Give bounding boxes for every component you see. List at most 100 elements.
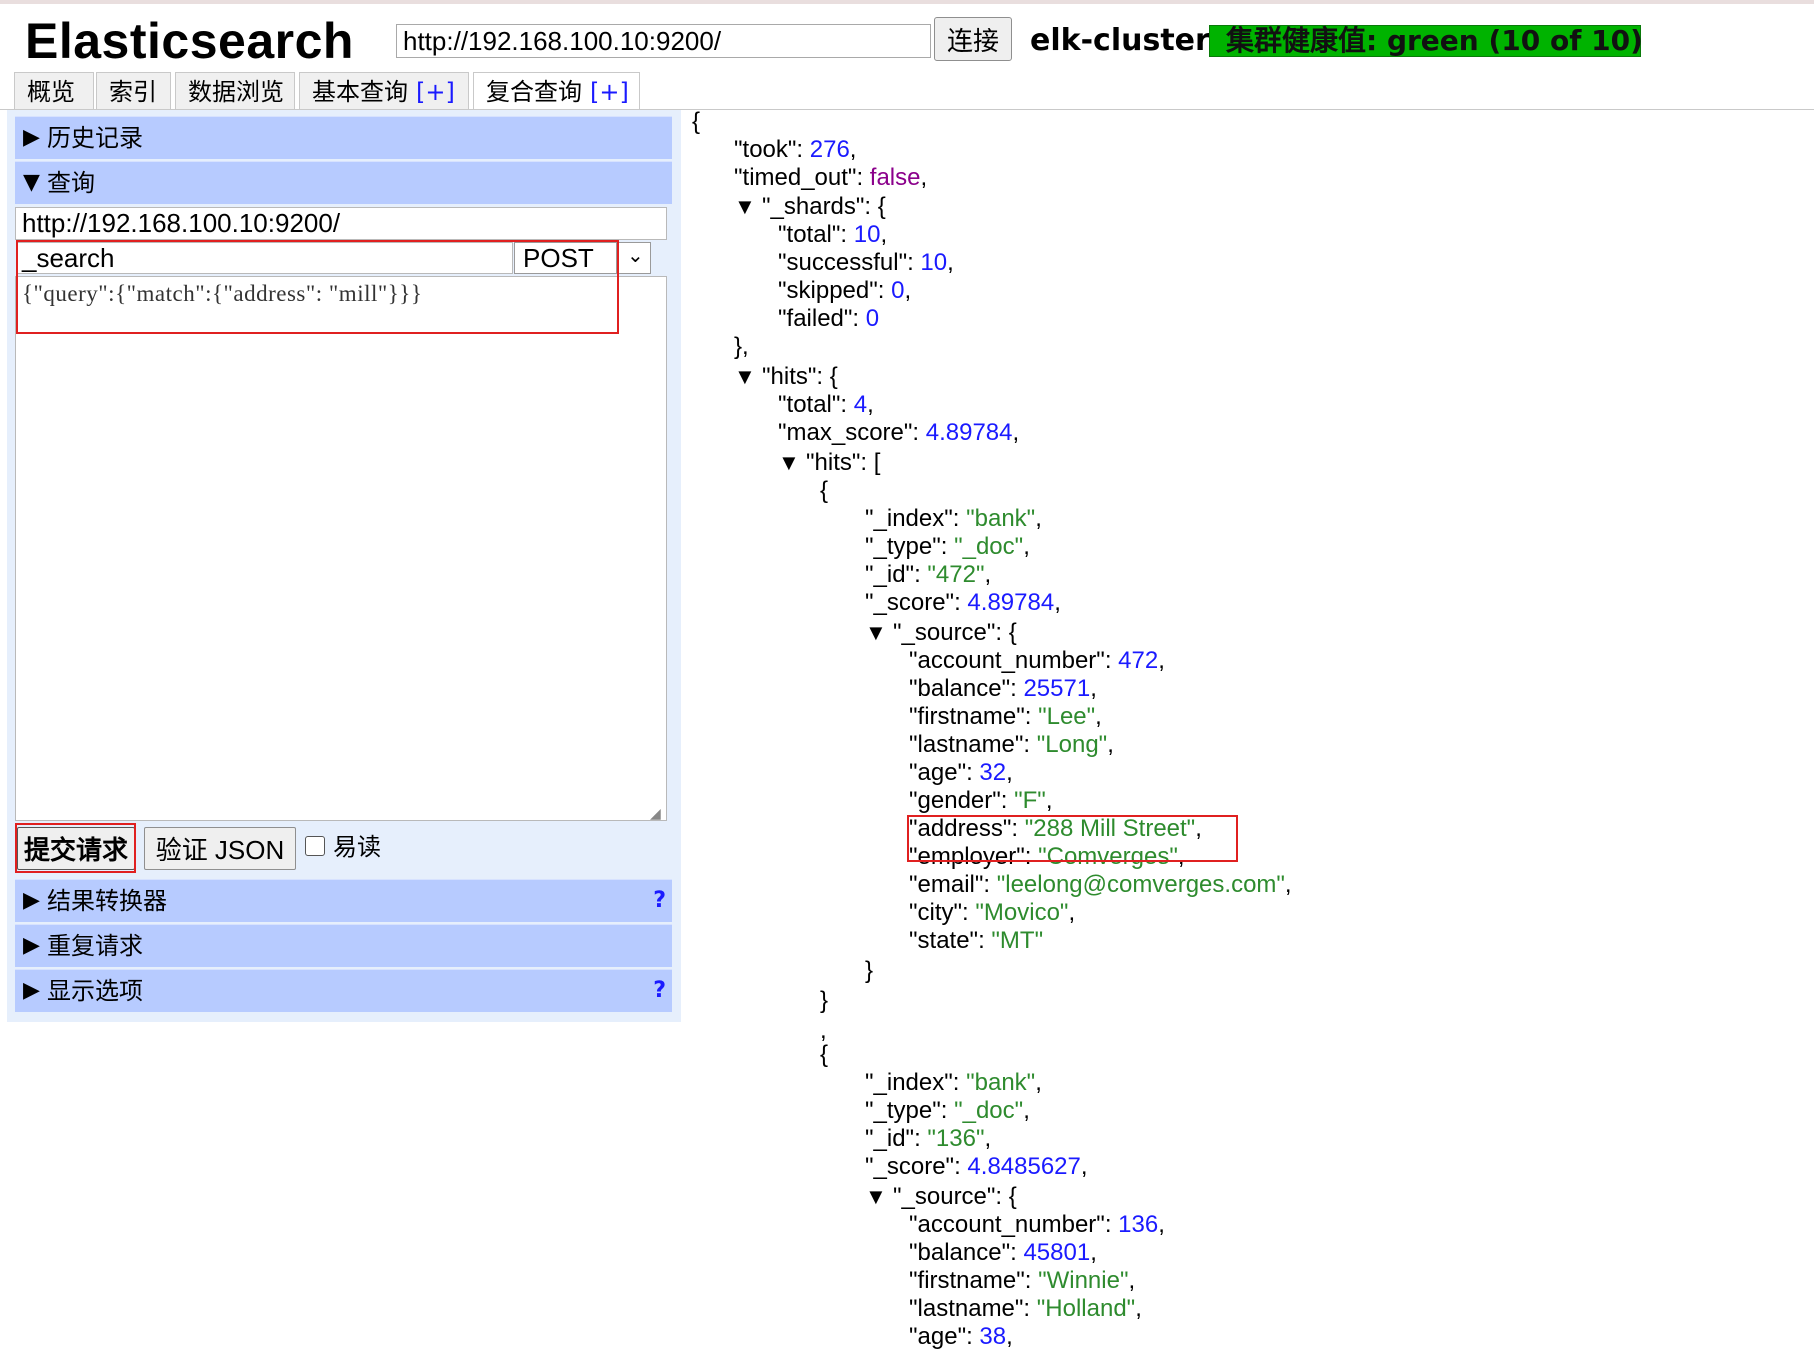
- pretty-label: 易读: [333, 833, 381, 861]
- json-value: 276: [809, 136, 850, 163]
- json-brace: }: [865, 957, 874, 984]
- json-line: "successful": 10,: [778, 249, 954, 276]
- json-line: "_id": "472",: [865, 561, 992, 588]
- section-history[interactable]: ▶ 历史记录: [15, 116, 672, 159]
- section-query[interactable]: ▼ 查询: [15, 161, 672, 204]
- json-value: "472": [927, 561, 985, 588]
- pretty-checkbox[interactable]: [305, 836, 325, 856]
- json-line: "_index": "bank",: [865, 505, 1042, 532]
- cluster-name: elk-cluster: [1030, 23, 1210, 58]
- json-line: "email": "leelong@comverges.com",: [909, 871, 1292, 898]
- highlight-box: [907, 815, 1238, 862]
- help-icon[interactable]: ?: [653, 970, 666, 1012]
- cluster-health-badge: 集群健康值: green (10 of 10): [1209, 25, 1643, 57]
- json-value: "_doc": [954, 1097, 1024, 1124]
- expand-arrow-icon: ▶: [23, 933, 40, 958]
- json-value: "Winnie": [1038, 1267, 1129, 1294]
- section-label: 显示选项: [47, 977, 143, 1005]
- highlight-box: [16, 240, 619, 334]
- section-display-options[interactable]: ▶ 显示选项 ?: [15, 969, 672, 1012]
- json-line: "age": 38,: [909, 1323, 1013, 1350]
- json-line: "_score": 4.89784,: [865, 589, 1061, 616]
- collapse-triangle-icon[interactable]: ▼: [865, 1183, 887, 1211]
- query-body-editor[interactable]: {"query":{"match":{"address": "mill"}}}: [15, 276, 667, 821]
- json-line-hits: "hits": {: [762, 363, 838, 390]
- json-response-view: { "took": 276, "timed_out": false, ▼ "_s…: [690, 108, 1814, 1361]
- tab-label: 数据浏览: [188, 78, 284, 106]
- json-value: false: [869, 164, 921, 191]
- tab-label: 基本查询: [312, 78, 408, 106]
- json-brace: {: [820, 477, 829, 504]
- json-line: "max_score": 4.89784,: [778, 419, 1020, 446]
- tab-browser[interactable]: 数据浏览: [175, 72, 295, 110]
- json-brace: {: [820, 1041, 829, 1068]
- json-line: "firstname": "Winnie",: [909, 1267, 1136, 1294]
- json-value: "F": [1014, 787, 1046, 814]
- validate-json-button[interactable]: 验证 JSON: [144, 827, 296, 870]
- collapse-triangle-icon[interactable]: ▼: [865, 619, 887, 647]
- tab-add-link[interactable]: [+]: [590, 78, 629, 106]
- json-line: "_score": 4.8485627,: [865, 1153, 1088, 1180]
- json-line: "_source": {: [893, 1183, 1017, 1210]
- section-label: 历史记录: [47, 124, 143, 152]
- help-icon[interactable]: ?: [653, 880, 666, 922]
- app-title: Elasticsearch: [25, 13, 354, 69]
- collapse-triangle-icon[interactable]: ▼: [734, 193, 756, 221]
- tab-label: 复合查询: [486, 78, 582, 106]
- collapse-triangle-icon[interactable]: ▼: [734, 363, 756, 391]
- json-value: 10: [853, 221, 881, 248]
- json-line: "city": "Movico",: [909, 899, 1076, 926]
- json-value: "bank": [966, 505, 1036, 532]
- json-line: "_id": "136",: [865, 1125, 992, 1152]
- json-value: 4.89784: [967, 589, 1055, 616]
- json-line: "_source": {: [893, 619, 1017, 646]
- json-line: "balance": 45801,: [909, 1239, 1097, 1266]
- json-line: "_type": "_doc",: [865, 1097, 1030, 1124]
- json-line: "balance": 25571,: [909, 675, 1097, 702]
- json-line: "skipped": 0,: [778, 277, 912, 304]
- json-value: 38: [979, 1323, 1007, 1350]
- section-transformer[interactable]: ▶ 结果转换器 ?: [15, 879, 672, 922]
- tab-add-link[interactable]: [+]: [416, 78, 455, 106]
- json-value: "MT": [991, 927, 1044, 954]
- json-line: "lastname": "Holland",: [909, 1295, 1142, 1322]
- section-label: 查询: [47, 169, 95, 197]
- tab-label: 索引: [109, 78, 157, 106]
- tab-basic-query[interactable]: 基本查询 [+]: [299, 72, 469, 110]
- tab-indices[interactable]: 索引: [96, 72, 171, 110]
- json-line: "firstname": "Lee",: [909, 703, 1102, 730]
- window-top-border: [0, 0, 1814, 4]
- expand-arrow-icon: ▶: [23, 125, 40, 150]
- json-line: "state": "MT": [909, 927, 1044, 954]
- json-value: "Holland": [1036, 1295, 1136, 1322]
- json-value: "Long": [1036, 731, 1108, 758]
- json-line: "total": 10,: [778, 221, 888, 248]
- section-repeat-request[interactable]: ▶ 重复请求: [15, 924, 672, 967]
- resize-grip-icon[interactable]: ◢: [650, 806, 661, 822]
- query-url-field[interactable]: http://192.168.100.10:9200/: [15, 207, 667, 240]
- highlight-box: [15, 823, 136, 873]
- json-value: 472: [1118, 647, 1159, 674]
- json-line-timed-out: "timed_out": false,: [734, 164, 928, 191]
- json-line: "failed": 0: [778, 305, 880, 332]
- collapse-triangle-icon[interactable]: ▼: [778, 449, 800, 477]
- tab-composite-query[interactable]: 复合查询 [+]: [473, 72, 640, 110]
- json-value: 25571: [1023, 675, 1091, 702]
- json-value: 4: [853, 391, 868, 418]
- json-value: "bank": [966, 1069, 1036, 1096]
- json-value: "leelong@comverges.com": [996, 871, 1285, 898]
- tab-label: 概览: [27, 78, 75, 106]
- json-line: "age": 32,: [909, 759, 1013, 786]
- json-value: 0: [891, 277, 905, 304]
- json-value: 4.89784: [925, 419, 1013, 446]
- expand-arrow-icon: ▶: [23, 888, 40, 913]
- json-value: 4.8485627: [967, 1153, 1081, 1180]
- json-line-shards: "_shards": {: [762, 193, 886, 220]
- tab-overview[interactable]: 概览: [14, 72, 94, 110]
- cluster-url-input[interactable]: [396, 24, 931, 58]
- json-value: "136": [927, 1125, 985, 1152]
- json-line: "total": 4,: [778, 391, 874, 418]
- json-line: "_index": "bank",: [865, 1069, 1042, 1096]
- connect-button[interactable]: 连接: [934, 17, 1012, 61]
- json-brace: },: [734, 333, 749, 360]
